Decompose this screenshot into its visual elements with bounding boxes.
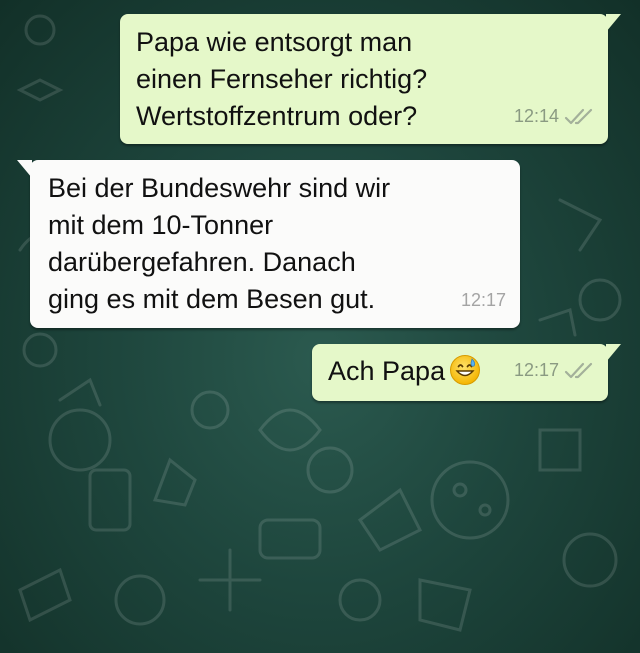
double-check-icon xyxy=(564,108,594,126)
grinning-sweat-emoji-icon xyxy=(449,354,481,396)
bubble-tail xyxy=(606,14,621,32)
message-bubble-incoming-1[interactable]: Bei der Bundeswehr sind wir mit dem 10-T… xyxy=(17,160,520,328)
bubble-tail xyxy=(606,344,621,362)
message-bubble-outgoing-2[interactable]: Ach Papa 12:17 xyxy=(312,344,621,401)
message-bubble-outgoing-1[interactable]: Papa wie entsorgt man einen Fernseher ri… xyxy=(120,14,621,144)
message-time: 12:17 xyxy=(513,360,559,380)
double-check-icon xyxy=(564,362,594,380)
message-meta: 12:17 xyxy=(514,352,594,389)
message-text: Ach Papa xyxy=(328,356,446,386)
message-time: 12:17 xyxy=(460,290,506,310)
message-text: Papa wie entsorgt man einen Fernseher ri… xyxy=(136,27,428,131)
bubble-tail xyxy=(17,160,32,178)
message-meta: 12:17 xyxy=(461,282,506,319)
message-meta: 12:14 xyxy=(514,98,594,135)
message-time: 12:14 xyxy=(513,106,559,126)
message-text: Bei der Bundeswehr sind wir mit dem 10-T… xyxy=(48,173,391,314)
